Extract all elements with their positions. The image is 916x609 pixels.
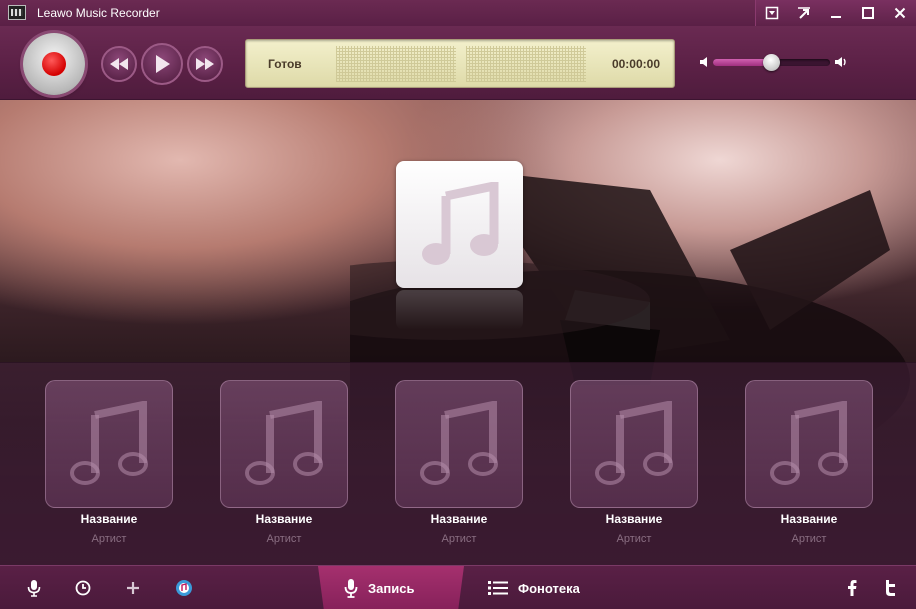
level-meter-left <box>336 46 456 82</box>
music-note-icon <box>770 401 848 485</box>
minimize-button[interactable] <box>820 0 852 26</box>
twitter-icon <box>886 580 895 596</box>
fast-forward-button[interactable] <box>187 46 223 82</box>
maximize-button[interactable] <box>852 0 884 26</box>
status-text: Готов <box>268 57 302 71</box>
clock-icon <box>75 580 91 596</box>
tab-record-label: Запись <box>368 580 415 596</box>
level-meter-right <box>466 46 586 82</box>
track-artist: Артист <box>266 533 302 545</box>
track-art <box>45 380 173 508</box>
plus-icon <box>127 582 139 594</box>
album-art-reflection <box>396 290 523 330</box>
twitter-button[interactable] <box>880 578 900 598</box>
mini-mode-button[interactable] <box>788 0 820 26</box>
volume-high-icon <box>835 57 846 67</box>
mini-mode-icon <box>798 7 810 19</box>
track-tile[interactable]: Название Артист <box>395 380 523 545</box>
volume-thumb[interactable] <box>762 54 780 71</box>
music-note-icon <box>245 401 323 485</box>
track-tile[interactable]: Название Артист <box>745 380 873 545</box>
current-album-art <box>396 161 523 288</box>
microphone-icon <box>27 580 41 597</box>
status-display: Готов 00:00:00 <box>245 39 675 88</box>
tab-record[interactable]: Запись <box>318 566 464 609</box>
track-art <box>570 380 698 508</box>
maximize-icon <box>862 7 874 19</box>
list-icon <box>488 581 508 595</box>
track-tile[interactable]: Название Артист <box>220 380 348 545</box>
add-button[interactable] <box>123 578 143 598</box>
tab-library[interactable]: Фонотека <box>470 566 620 609</box>
music-note-icon <box>420 401 498 485</box>
play-icon <box>156 55 170 73</box>
track-artist: Артист <box>791 533 827 545</box>
music-note-icon <box>421 181 498 265</box>
close-icon <box>894 7 906 19</box>
itunes-button[interactable] <box>174 578 194 598</box>
minimize-icon <box>831 16 841 18</box>
record-button[interactable] <box>23 33 85 95</box>
menu-icon <box>765 6 779 20</box>
track-tile[interactable]: Название Артист <box>45 380 173 545</box>
music-note-icon <box>595 401 673 485</box>
track-title: Название <box>780 512 838 526</box>
track-art <box>395 380 523 508</box>
menu-button[interactable] <box>756 0 788 26</box>
track-title: Название <box>255 512 313 526</box>
tab-library-label: Фонотека <box>518 580 580 596</box>
rewind-button[interactable] <box>101 46 137 82</box>
schedule-button[interactable] <box>73 578 93 598</box>
app-logo-icon <box>8 5 26 20</box>
facebook-button[interactable] <box>842 578 862 598</box>
play-button[interactable] <box>141 43 183 85</box>
music-note-icon <box>70 401 148 485</box>
track-artist: Артист <box>91 533 127 545</box>
track-artist: Артист <box>441 533 477 545</box>
title-bar: Leawo Music Recorder <box>0 0 916 26</box>
record-icon <box>42 52 66 76</box>
rewind-icon <box>110 58 128 70</box>
volume-low-icon <box>700 57 707 67</box>
facebook-icon <box>848 580 857 596</box>
track-art <box>745 380 873 508</box>
track-artist: Артист <box>616 533 652 545</box>
track-title: Название <box>80 512 138 526</box>
track-title: Название <box>605 512 663 526</box>
elapsed-time: 00:00:00 <box>611 57 660 71</box>
window-controls <box>755 0 916 26</box>
fast-forward-icon <box>196 58 214 70</box>
track-art <box>220 380 348 508</box>
bottom-nav: Запись Фонотека <box>0 565 916 609</box>
window-title: Leawo Music Recorder <box>37 6 160 20</box>
close-button[interactable] <box>884 0 916 26</box>
control-bar: Готов 00:00:00 <box>0 26 916 100</box>
track-tile[interactable]: Название Артист <box>570 380 698 545</box>
track-title: Название <box>430 512 488 526</box>
microphone-icon <box>344 579 358 598</box>
itunes-icon <box>176 580 192 596</box>
album-stage: Название Артист Название Артист Название… <box>0 100 916 565</box>
microphone-button[interactable] <box>24 578 44 598</box>
